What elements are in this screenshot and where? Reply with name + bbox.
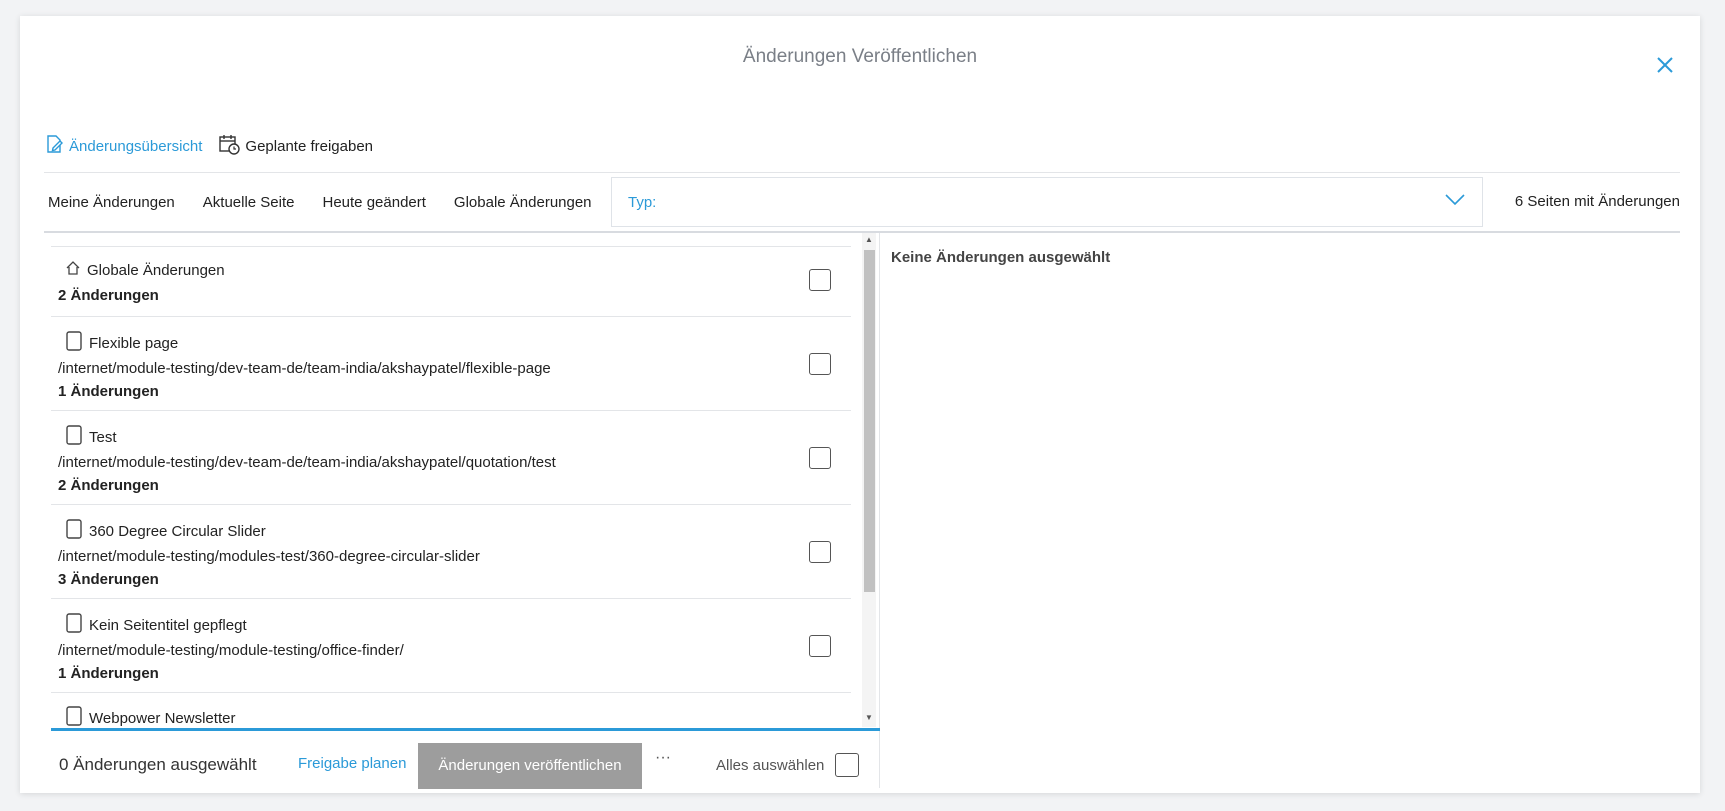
- list-item[interactable]: Webpower Newsletter: [51, 692, 851, 728]
- tab-label: Änderungsübersicht: [69, 137, 203, 155]
- item-count: 2 Änderungen: [58, 477, 159, 494]
- page-icon: [65, 425, 89, 449]
- page-icon: [65, 519, 89, 543]
- item-title: Kein Seitentitel gepflegt: [89, 616, 247, 634]
- scroll-up-arrow[interactable]: ▲: [862, 235, 876, 247]
- select-all-label: Alles auswählen: [716, 757, 825, 774]
- item-title: Flexible page: [89, 334, 179, 352]
- tab-label: Geplante freigaben: [245, 137, 374, 155]
- tabs-row: Änderungsübersicht Geplante freigaben: [44, 120, 1680, 173]
- dialog-title: Änderungen Veröffentlichen: [742, 46, 978, 67]
- item-checkbox[interactable]: [809, 447, 831, 469]
- tab-change-overview[interactable]: Änderungsübersicht: [44, 134, 202, 158]
- filter-my-changes[interactable]: Meine Änderungen: [48, 194, 175, 211]
- item-checkbox[interactable]: [809, 353, 831, 375]
- scroll-thumb[interactable]: [864, 250, 875, 592]
- item-path: /internet/module-testing/dev-team-de/tea…: [58, 454, 556, 471]
- page-icon: [65, 613, 89, 637]
- list-item[interactable]: Flexible page /internet/module-testing/d…: [51, 316, 851, 411]
- close-icon[interactable]: [1652, 52, 1678, 78]
- item-title: Globale Änderungen: [87, 261, 225, 279]
- tab-scheduled-releases[interactable]: Geplante freigaben: [218, 133, 373, 159]
- item-title: 360 Degree Circular Slider: [89, 522, 266, 540]
- item-count: 1 Änderungen: [58, 383, 159, 400]
- list-scrollbar[interactable]: ▲ ▼: [862, 233, 876, 727]
- edit-icon: [44, 134, 69, 158]
- type-select[interactable]: Typ:: [611, 177, 1483, 227]
- filter-global-changes[interactable]: Globale Änderungen: [454, 194, 592, 211]
- item-path: /internet/module-testing/modules-test/36…: [58, 548, 480, 565]
- publish-dialog: Änderungen Veröffentlichen Änderungsüber…: [20, 16, 1700, 793]
- selected-count: 0 Änderungen ausgewählt: [59, 755, 257, 774]
- item-checkbox[interactable]: [809, 635, 831, 657]
- schedule-release-link[interactable]: Freigabe planen: [298, 755, 406, 772]
- item-title: Test: [89, 428, 117, 446]
- changes-list: Globale Änderungen 2 Änderungen Flexible…: [51, 233, 851, 728]
- filter-changed-today[interactable]: Heute geändert: [323, 194, 426, 211]
- list-item[interactable]: Kein Seitentitel gepflegt /internet/modu…: [51, 598, 851, 693]
- list-item[interactable]: Globale Änderungen 2 Änderungen: [51, 246, 851, 317]
- page-icon: [65, 331, 89, 355]
- home-icon: [65, 260, 87, 280]
- page-icon: [65, 706, 89, 728]
- item-path: /internet/module-testing/module-testing/…: [58, 642, 404, 659]
- panel-divider: [879, 233, 880, 788]
- more-options-button[interactable]: ···: [655, 749, 671, 767]
- item-checkbox[interactable]: [809, 269, 831, 291]
- details-empty-text: Keine Änderungen ausgewählt: [891, 249, 1111, 266]
- item-title: Webpower Newsletter: [89, 709, 236, 727]
- item-checkbox[interactable]: [809, 541, 831, 563]
- chevron-down-icon: [1444, 193, 1466, 212]
- filter-current-page[interactable]: Aktuelle Seite: [203, 194, 295, 211]
- publish-changes-button[interactable]: Änderungen veröffentlichen: [418, 743, 642, 789]
- item-count: 3 Änderungen: [58, 571, 159, 588]
- calendar-clock-icon: [218, 133, 245, 159]
- list-item[interactable]: 360 Degree Circular Slider /internet/mod…: [51, 504, 851, 599]
- footer-bar: 0 Änderungen ausgewählt Freigabe planen …: [40, 731, 880, 789]
- item-count: 2 Änderungen: [58, 287, 159, 304]
- item-path: /internet/module-testing/dev-team-de/tea…: [58, 360, 551, 377]
- item-count: 1 Änderungen: [58, 665, 159, 682]
- list-item[interactable]: Test /internet/module-testing/dev-team-d…: [51, 410, 851, 505]
- type-select-label: Typ:: [628, 193, 657, 211]
- scroll-down-arrow[interactable]: ▼: [862, 713, 876, 725]
- select-all-checkbox[interactable]: [835, 753, 859, 777]
- filter-row: Meine Änderungen Aktuelle Seite Heute ge…: [44, 173, 1680, 233]
- pages-count: 6 Seiten mit Änderungen: [1514, 193, 1680, 210]
